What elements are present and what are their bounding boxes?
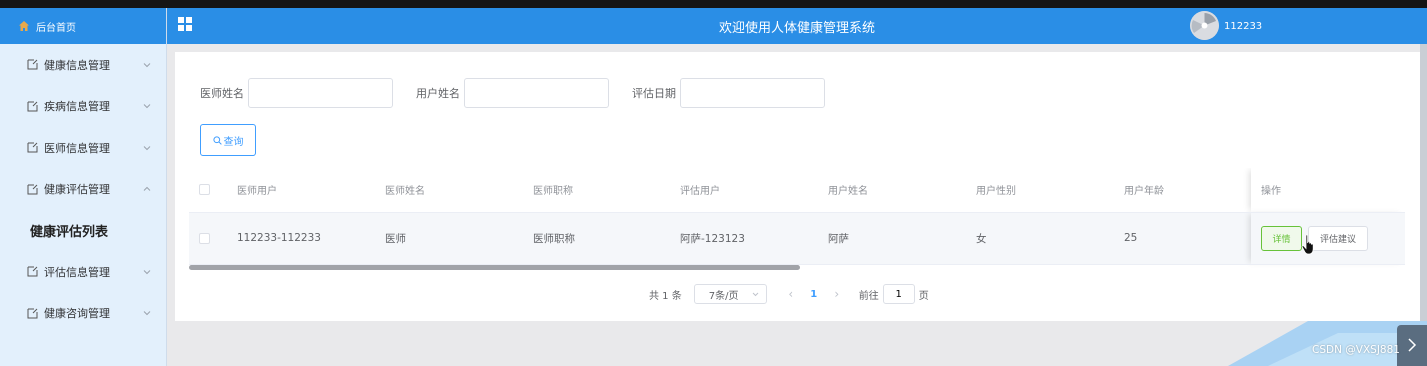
- document-icon: [27, 59, 38, 70]
- table-header-row: 医师用户 医师姓名 医师职称 评估用户 用户姓名 用户性别 用户年龄 操作: [189, 168, 1405, 213]
- watermark: CSDN @VXSJ881: [1312, 344, 1400, 356]
- document-icon: [27, 142, 38, 153]
- column-header: 操作: [1251, 168, 1405, 213]
- cell-user-name: 阿萨: [818, 212, 966, 265]
- row-select-cell: [189, 212, 227, 265]
- document-icon: [27, 308, 38, 319]
- horizontal-scrollbar[interactable]: [189, 265, 800, 270]
- user-name-input[interactable]: [464, 78, 609, 108]
- column-header: 用户姓名: [818, 168, 966, 213]
- page-number-current[interactable]: 1: [801, 289, 827, 300]
- sidebar-item-label: 健康咨询管理: [44, 307, 110, 321]
- column-header: 医师姓名: [375, 168, 523, 213]
- goto-label: 前往: [858, 290, 879, 302]
- detail-button[interactable]: 详情: [1261, 225, 1302, 251]
- pagination-total: 共 1 条: [649, 290, 682, 302]
- next-page-icon[interactable]: ›: [827, 287, 847, 301]
- cell-actions: 详情 评估建议: [1251, 212, 1405, 265]
- eval-advice-button[interactable]: 评估建议: [1308, 225, 1368, 251]
- page-size-select[interactable]: 7条/页: [693, 284, 767, 304]
- top-header: 欢迎使用人体健康管理系统 112233: [167, 8, 1427, 44]
- column-header: 评估用户: [670, 168, 818, 213]
- eval-date-input[interactable]: [680, 78, 825, 108]
- pagination: 共 1 条 7条/页 ‹ 1 › 前往 页: [649, 284, 929, 304]
- column-header: 用户性别: [966, 168, 1114, 213]
- sidebar-item-eval-info[interactable]: 评估信息管理: [0, 251, 166, 293]
- sidebar-subitem-eval-list[interactable]: 健康评估列表: [0, 210, 166, 251]
- sidebar-item-label: 医师信息管理: [44, 141, 110, 155]
- sidebar-item-health-info[interactable]: 健康信息管理: [0, 44, 166, 86]
- data-table: 医师用户 医师姓名 医师职称 评估用户 用户姓名 用户性别 用户年龄 操作 11…: [189, 168, 1405, 270]
- sidebar-item-label: 疾病信息管理: [44, 100, 110, 114]
- document-icon: [27, 184, 38, 195]
- query-button-label: 查询: [223, 136, 244, 148]
- sidebar-item-health-eval[interactable]: 健康评估管理: [0, 169, 166, 211]
- chevron-down-icon: [752, 292, 759, 297]
- sidebar: 后台首页 健康信息管理 疾病信息管理 医师信息管理 健康评估管理 健康评估列表 …: [0, 8, 167, 366]
- window-scrollbar[interactable]: [1420, 44, 1427, 324]
- chevron-down-icon: [143, 62, 151, 67]
- avatar-image: [1190, 11, 1219, 40]
- page-suffix: 页: [918, 290, 929, 302]
- eval-date-label: 评估日期: [632, 87, 676, 100]
- chevron-down-icon: [143, 269, 151, 274]
- side-expand-tab[interactable]: [1397, 325, 1427, 366]
- chevron-down-icon: [143, 145, 151, 150]
- document-icon: [27, 266, 38, 277]
- sidebar-item-label: 健康信息管理: [44, 58, 110, 72]
- cell-doctor-name: 医师: [375, 212, 523, 265]
- sidebar-item-health-consult[interactable]: 健康咨询管理: [0, 293, 166, 335]
- window-top-strip: [0, 0, 1427, 8]
- doctor-name-label: 医师姓名: [200, 87, 244, 100]
- search-icon: [212, 135, 222, 145]
- search-form: 医师姓名 用户姓名 评估日期: [200, 78, 848, 108]
- user-name[interactable]: 112233: [1224, 21, 1262, 32]
- column-header: 医师用户: [227, 168, 375, 213]
- query-button[interactable]: 查询: [200, 124, 256, 156]
- cell-user-gender: 女: [966, 212, 1114, 265]
- user-name-label: 用户姓名: [416, 87, 460, 100]
- sidebar-item-disease-info[interactable]: 疾病信息管理: [0, 86, 166, 128]
- chevron-up-icon: [143, 187, 151, 192]
- goto-page-input[interactable]: [882, 284, 915, 304]
- sidebar-item-label: 健康评估管理: [44, 183, 110, 197]
- main-panel: 医师姓名 用户姓名 评估日期 查询 医师用户 医师姓名 医师职称 评估用户 用户: [175, 52, 1420, 321]
- select-all-checkbox[interactable]: [199, 184, 210, 195]
- doctor-name-input[interactable]: [248, 78, 393, 108]
- document-icon: [27, 101, 38, 112]
- sidebar-home[interactable]: 后台首页: [0, 8, 166, 44]
- column-header: 用户年龄: [1114, 168, 1251, 213]
- page-size-value: 7条/页: [708, 290, 739, 302]
- sidebar-item-label: 评估信息管理: [44, 265, 110, 279]
- home-icon: [19, 21, 29, 31]
- cell-doctor-user: 112233-112233: [227, 212, 375, 265]
- table-row: 112233-112233 医师 医师职称 阿萨-123123 阿萨 女 25 …: [189, 212, 1405, 265]
- chevron-right-icon: [1408, 338, 1417, 352]
- chevron-down-icon: [143, 311, 151, 316]
- avatar[interactable]: [1190, 11, 1219, 40]
- cell-doctor-title: 医师职称: [523, 212, 670, 265]
- row-checkbox[interactable]: [199, 232, 210, 244]
- select-all-cell: [189, 168, 227, 213]
- column-header: 医师职称: [523, 168, 670, 213]
- chevron-down-icon: [143, 104, 151, 109]
- cell-eval-user: 阿萨-123123: [670, 212, 818, 265]
- sidebar-item-doctor-info[interactable]: 医师信息管理: [0, 127, 166, 169]
- prev-page-icon[interactable]: ‹: [781, 287, 801, 301]
- cell-user-age: 25: [1114, 212, 1251, 265]
- hand-cursor-icon: [1301, 234, 1314, 255]
- sidebar-home-label: 后台首页: [36, 22, 76, 34]
